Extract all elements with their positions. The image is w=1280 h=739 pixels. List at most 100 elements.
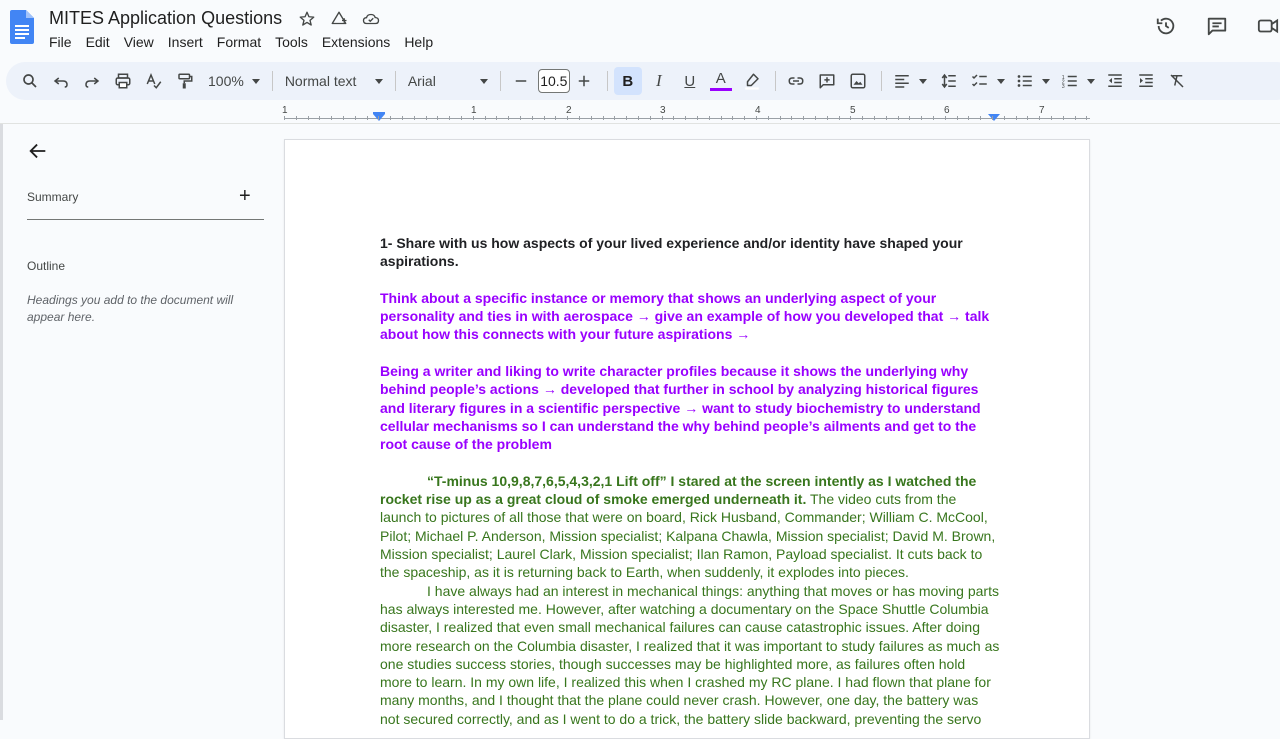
search-menus-icon[interactable]	[16, 67, 44, 95]
insert-image-icon[interactable]	[844, 67, 872, 95]
ruler-tick	[378, 116, 379, 120]
right-indent-marker[interactable]	[988, 114, 1000, 121]
ruler-tick	[756, 116, 757, 120]
zoom-select[interactable]: 100%	[202, 67, 266, 95]
meet-icon[interactable]	[1256, 14, 1280, 38]
ruler-tick	[1027, 116, 1028, 120]
summary-divider	[27, 219, 264, 220]
menu-view[interactable]: View	[117, 33, 161, 51]
ruler-tick	[603, 116, 604, 120]
undo-icon[interactable]	[47, 67, 75, 95]
ruler-tick	[485, 116, 486, 120]
ruler-tick	[331, 116, 332, 120]
star-icon[interactable]	[296, 9, 318, 29]
move-to-drive-icon[interactable]	[328, 9, 350, 29]
menu-tools[interactable]: Tools	[268, 33, 315, 51]
ruler-tick	[614, 116, 615, 120]
ruler-tick	[390, 116, 391, 120]
document-title[interactable]: MITES Application Questions	[49, 8, 282, 29]
redo-icon[interactable]	[78, 67, 106, 95]
ruler-tick	[520, 116, 521, 120]
align-left-icon[interactable]	[888, 67, 916, 95]
chevron-down-icon[interactable]	[996, 78, 1005, 84]
toolbar-divider	[271, 71, 273, 91]
increase-font-size-icon[interactable]	[570, 67, 598, 95]
highlight-color-button[interactable]	[738, 67, 766, 95]
toolbar-divider	[499, 71, 501, 91]
toolbar-divider	[606, 71, 608, 91]
essay-paragraph[interactable]: “T-minus 10,9,8,7,6,5,4,3,2,1 Lift off” …	[380, 472, 1000, 582]
ruler-tick	[768, 116, 769, 120]
ruler-tick	[555, 116, 556, 120]
menu-extensions[interactable]: Extensions	[315, 33, 397, 51]
note-paragraph[interactable]: Being a writer and liking to write chara…	[380, 362, 1000, 453]
document-page[interactable]: 1- Share with us how aspects of your liv…	[284, 139, 1090, 739]
cloud-saved-icon[interactable]	[360, 9, 382, 29]
ruler-tick	[780, 116, 781, 120]
chevron-down-icon[interactable]	[1086, 78, 1095, 84]
ruler-track	[284, 118, 1090, 119]
zoom-value: 100%	[208, 73, 244, 89]
first-line-indent-marker[interactable]	[373, 112, 385, 114]
ruler-tick	[308, 116, 309, 120]
print-icon[interactable]	[109, 67, 137, 95]
version-history-icon[interactable]	[1154, 14, 1178, 38]
chevron-down-icon[interactable]	[918, 78, 927, 84]
add-summary-button[interactable]: +	[239, 186, 251, 206]
ruler-tick	[367, 116, 368, 120]
back-arrow-icon[interactable]	[27, 140, 49, 162]
text-color-button[interactable]: A	[707, 67, 735, 95]
menu-file[interactable]: File	[42, 33, 79, 51]
ruler-tick	[1039, 116, 1040, 120]
font-family-select[interactable]: Arial	[402, 67, 494, 95]
ruler-tick	[579, 116, 580, 120]
ruler-tick	[921, 116, 922, 120]
question-paragraph[interactable]: 1- Share with us how aspects of your liv…	[380, 234, 1000, 271]
chevron-down-icon[interactable]	[1041, 78, 1050, 84]
paint-format-icon[interactable]	[171, 67, 199, 95]
add-comment-icon[interactable]	[813, 67, 841, 95]
ruler-tick	[980, 116, 981, 120]
note-paragraph[interactable]: Think about a specific instance or memor…	[380, 289, 1000, 344]
left-indent-marker[interactable]	[373, 114, 385, 121]
ruler-tick	[544, 116, 545, 120]
toolbar-divider	[394, 71, 396, 91]
bulleted-list-icon[interactable]	[1011, 67, 1039, 95]
ruler-tick	[402, 116, 403, 120]
essay-paragraph[interactable]: I have always had an interest in mechani…	[380, 582, 1000, 728]
ruler-tick	[968, 116, 969, 120]
spelling-grammar-icon[interactable]	[140, 67, 168, 95]
numbered-list-icon[interactable]: 123	[1056, 67, 1084, 95]
menu-edit[interactable]: Edit	[79, 33, 117, 51]
ruler-label: 1	[282, 105, 288, 116]
ruler-tick	[343, 116, 344, 120]
line-spacing-icon[interactable]	[935, 67, 963, 95]
decrease-indent-icon[interactable]	[1101, 67, 1129, 95]
ruler-tick	[1016, 116, 1017, 120]
paragraph-style-select[interactable]: Normal text	[279, 67, 389, 95]
ruler-label: 2	[566, 105, 572, 116]
ruler-tick	[473, 116, 474, 120]
horizontal-ruler[interactable]: 1 1 2 3 4 5 6 7	[0, 104, 1280, 124]
ruler-tick	[567, 116, 568, 120]
comments-icon[interactable]	[1205, 14, 1229, 38]
underline-button[interactable]: U	[676, 67, 704, 95]
docs-logo-icon[interactable]	[10, 10, 34, 44]
increase-indent-icon[interactable]	[1132, 67, 1160, 95]
checklist-icon[interactable]	[966, 67, 994, 95]
decrease-font-size-icon[interactable]	[507, 67, 535, 95]
ruler-tick	[1086, 116, 1087, 120]
toolbar-divider	[774, 71, 776, 91]
document-body[interactable]: 1- Share with us how aspects of your liv…	[380, 234, 1000, 728]
font-size-input[interactable]: 10.5	[537, 69, 570, 93]
menu-format[interactable]: Format	[210, 33, 268, 51]
clear-formatting-icon[interactable]	[1163, 67, 1191, 95]
canvas-left-border	[0, 124, 3, 720]
insert-link-icon[interactable]	[782, 67, 810, 95]
italic-button[interactable]: I	[645, 67, 673, 95]
menu-help[interactable]: Help	[397, 33, 440, 51]
ruler-tick	[732, 116, 733, 120]
outline-label: Outline	[27, 259, 66, 273]
menu-insert[interactable]: Insert	[161, 33, 210, 51]
bold-button[interactable]: B	[613, 67, 642, 95]
